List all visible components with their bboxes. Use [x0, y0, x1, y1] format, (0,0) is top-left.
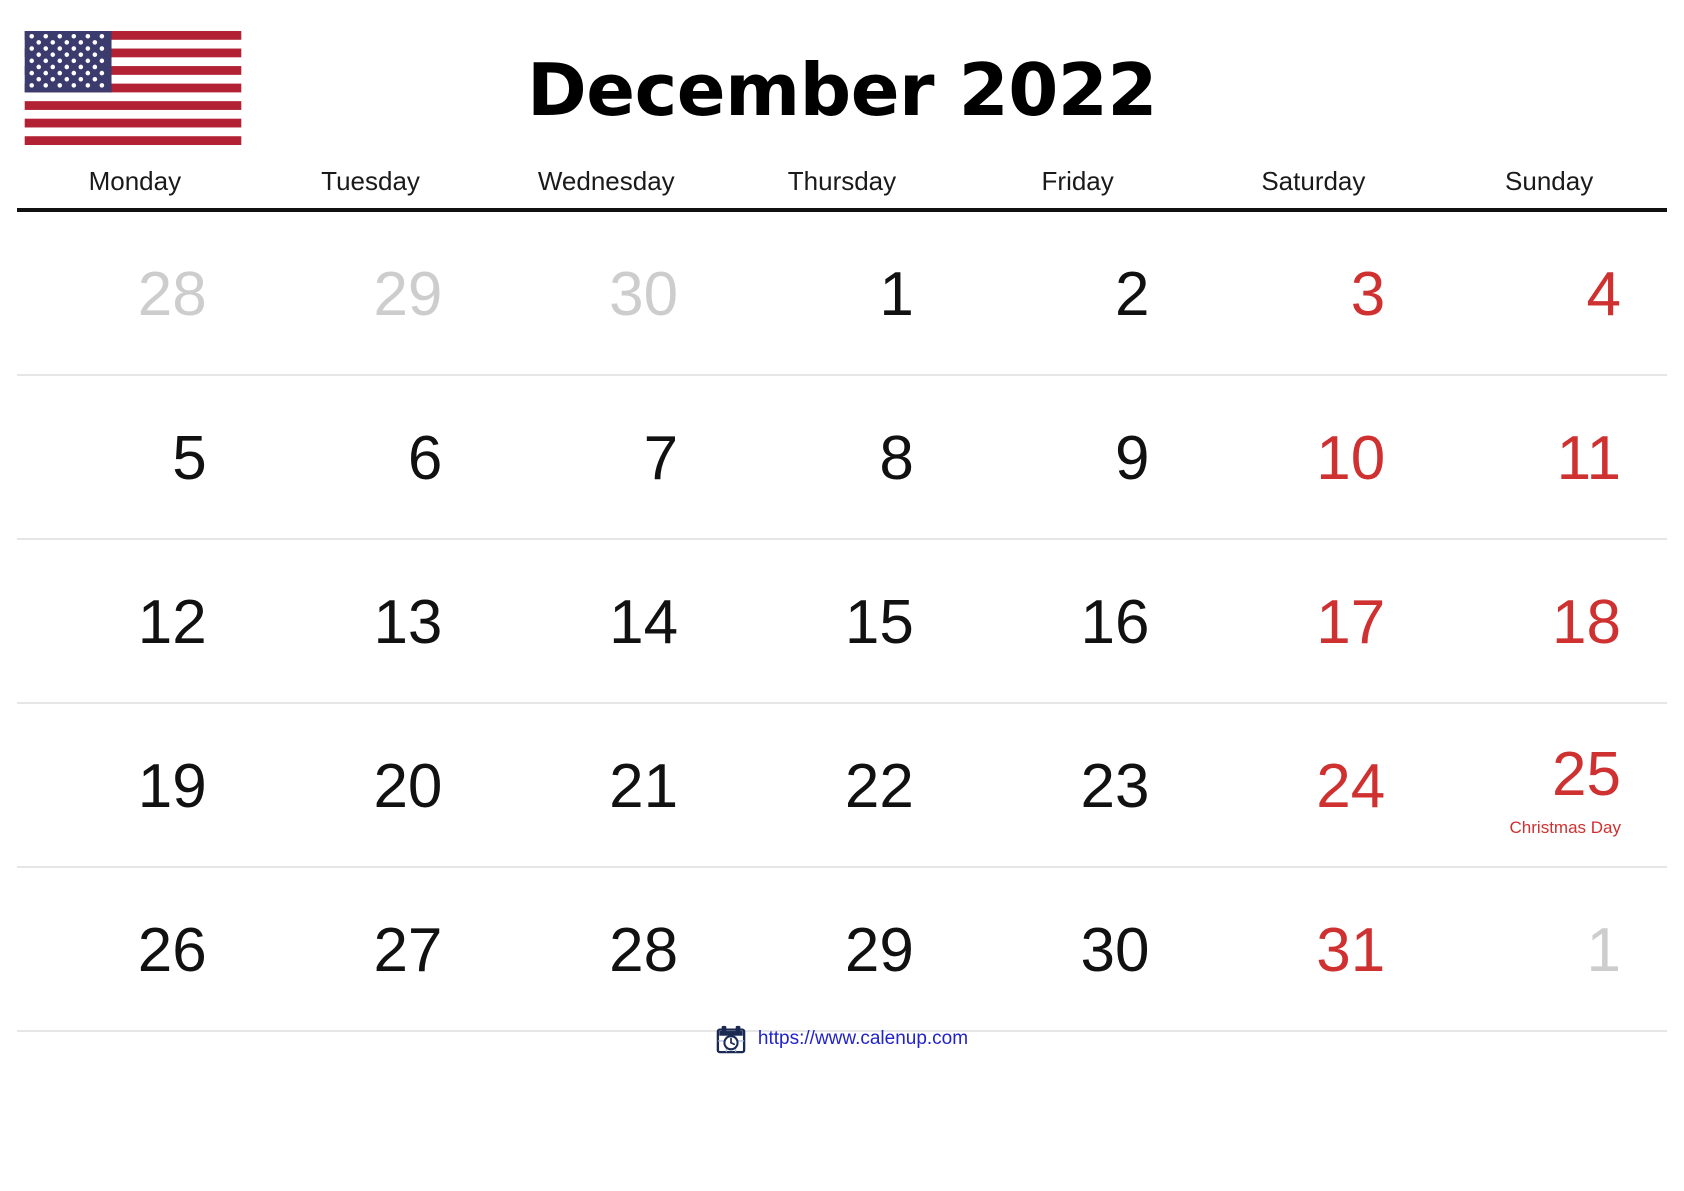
- day-number: 24: [1316, 752, 1386, 821]
- calendar-day-cell[interactable]: 2: [959, 210, 1196, 376]
- day-number: 29: [844, 916, 914, 985]
- weekday-header-monday: Monday: [17, 158, 253, 212]
- calendar-week-row: 26 27 28 29 30 31 1: [17, 867, 1667, 1032]
- calendar-day-cell[interactable]: 10: [1195, 375, 1432, 540]
- day-number: 18: [1552, 588, 1621, 657]
- calendar-day-cell[interactable]: 13: [252, 539, 489, 704]
- calendar-week-row: 5 6 7 8 9 10 11: [17, 375, 1667, 540]
- day-number: 17: [1316, 588, 1386, 657]
- calendar-week-row: 28 29 30 1 2 3 4: [17, 210, 1667, 376]
- source-url-link[interactable]: https://www.calenup.com: [758, 1027, 968, 1051]
- calendar-day-cell[interactable]: 14: [488, 539, 725, 704]
- calendar-day-cell[interactable]: 28: [488, 867, 725, 1032]
- calendar-day-cell[interactable]: 20: [252, 703, 489, 868]
- weekday-header-tuesday: Tuesday: [252, 158, 489, 212]
- day-number: 8: [879, 424, 914, 493]
- holiday-label: Christmas Day: [1509, 818, 1621, 837]
- calendar-day-cell[interactable]: 7: [488, 375, 725, 540]
- day-number: 30: [609, 260, 679, 329]
- weekday-header-sunday: Sunday: [1431, 158, 1667, 212]
- calendar-day-cell[interactable]: 27: [252, 867, 489, 1032]
- day-number: 28: [137, 260, 207, 329]
- calendar-day-cell[interactable]: 11: [1431, 375, 1667, 540]
- calendar-day-cell[interactable]: 29: [724, 867, 960, 1032]
- day-number: 12: [137, 588, 207, 657]
- calendar-week-row: 12 13 14 15 16 17 18: [17, 539, 1667, 704]
- day-number: 4: [1586, 260, 1621, 329]
- day-number: 28: [609, 916, 679, 985]
- calendar-day-cell[interactable]: 16: [959, 539, 1196, 704]
- day-number: 23: [1080, 752, 1150, 821]
- calendar-clock-icon: [716, 1024, 746, 1054]
- calendar-day-cell[interactable]: 28: [17, 210, 253, 376]
- day-number: 26: [137, 916, 207, 985]
- calendar-day-cell[interactable]: 4: [1431, 210, 1667, 376]
- calendar-day-cell[interactable]: 1: [1431, 867, 1667, 1032]
- month-calendar-grid: Monday Tuesday Wednesday Thursday Friday…: [17, 158, 1667, 1032]
- day-number: 30: [1080, 916, 1150, 985]
- day-number: 9: [1115, 424, 1150, 493]
- day-number: 14: [609, 588, 679, 657]
- calendar-day-cell[interactable]: 9: [959, 375, 1196, 540]
- day-number: 29: [373, 260, 443, 329]
- calendar-day-cell[interactable]: 22: [724, 703, 960, 868]
- day-number: 11: [1556, 424, 1621, 493]
- calendar-day-cell[interactable]: 12: [17, 539, 253, 704]
- day-number: 19: [137, 752, 207, 821]
- weekday-header-wednesday: Wednesday: [488, 158, 725, 212]
- calendar-day-cell[interactable]: 3: [1195, 210, 1432, 376]
- day-number: 5: [172, 424, 207, 493]
- day-number: 3: [1350, 260, 1386, 329]
- weekday-header-row: Monday Tuesday Wednesday Thursday Friday…: [17, 158, 1667, 212]
- day-number: 2: [1115, 260, 1150, 329]
- calendar-body: 28 29 30 1 2 3 4 5 6 7 8 9 10 11 12 13 14 15 16 17 18 19 20 21 2…: [17, 210, 1667, 1032]
- footer: https://www.calenup.com: [0, 1024, 1684, 1054]
- day-number: 22: [844, 752, 914, 821]
- weekday-header-thursday: Thursday: [724, 158, 960, 212]
- day-number: 1: [1586, 916, 1621, 985]
- calendar-week-row: 19 20 21 22 23 24 25 Christmas Day: [17, 703, 1667, 868]
- calendar-day-cell[interactable]: 26: [17, 867, 253, 1032]
- calendar-day-cell[interactable]: 6: [252, 375, 489, 540]
- calendar-day-cell[interactable]: 23: [959, 703, 1196, 868]
- day-number: 16: [1080, 588, 1150, 657]
- calendar-day-cell[interactable]: 25 Christmas Day: [1431, 703, 1667, 868]
- day-number: 7: [643, 424, 679, 493]
- day-number: 6: [407, 424, 443, 493]
- day-number: 31: [1316, 916, 1386, 985]
- weekday-header-friday: Friday: [959, 158, 1196, 212]
- calendar-day-cell[interactable]: 19: [17, 703, 253, 868]
- day-number: 20: [373, 752, 443, 821]
- calendar-day-cell[interactable]: 15: [724, 539, 960, 704]
- page-title: December 2022: [527, 48, 1157, 132]
- calendar-day-cell[interactable]: 8: [724, 375, 960, 540]
- calendar-day-cell[interactable]: 17: [1195, 539, 1432, 704]
- weekday-header-saturday: Saturday: [1195, 158, 1432, 212]
- calendar-day-cell[interactable]: 31: [1195, 867, 1432, 1032]
- calendar-day-cell[interactable]: 30: [488, 210, 725, 376]
- day-number: 13: [373, 588, 443, 657]
- day-number: 27: [373, 916, 443, 985]
- calendar-day-cell[interactable]: 1: [724, 210, 960, 376]
- calendar-day-cell[interactable]: 30: [959, 867, 1196, 1032]
- day-number: 10: [1316, 424, 1386, 493]
- calendar-day-cell[interactable]: 21: [488, 703, 725, 868]
- day-number: 21: [609, 752, 679, 821]
- calendar-day-cell[interactable]: 24: [1195, 703, 1432, 868]
- calendar-day-cell[interactable]: 29: [252, 210, 489, 376]
- day-number: 15: [844, 588, 914, 657]
- day-number: 25: [1552, 740, 1621, 809]
- calendar-day-cell[interactable]: 5: [17, 375, 253, 540]
- day-number: 1: [879, 260, 914, 329]
- calendar-day-cell[interactable]: 18: [1431, 539, 1667, 704]
